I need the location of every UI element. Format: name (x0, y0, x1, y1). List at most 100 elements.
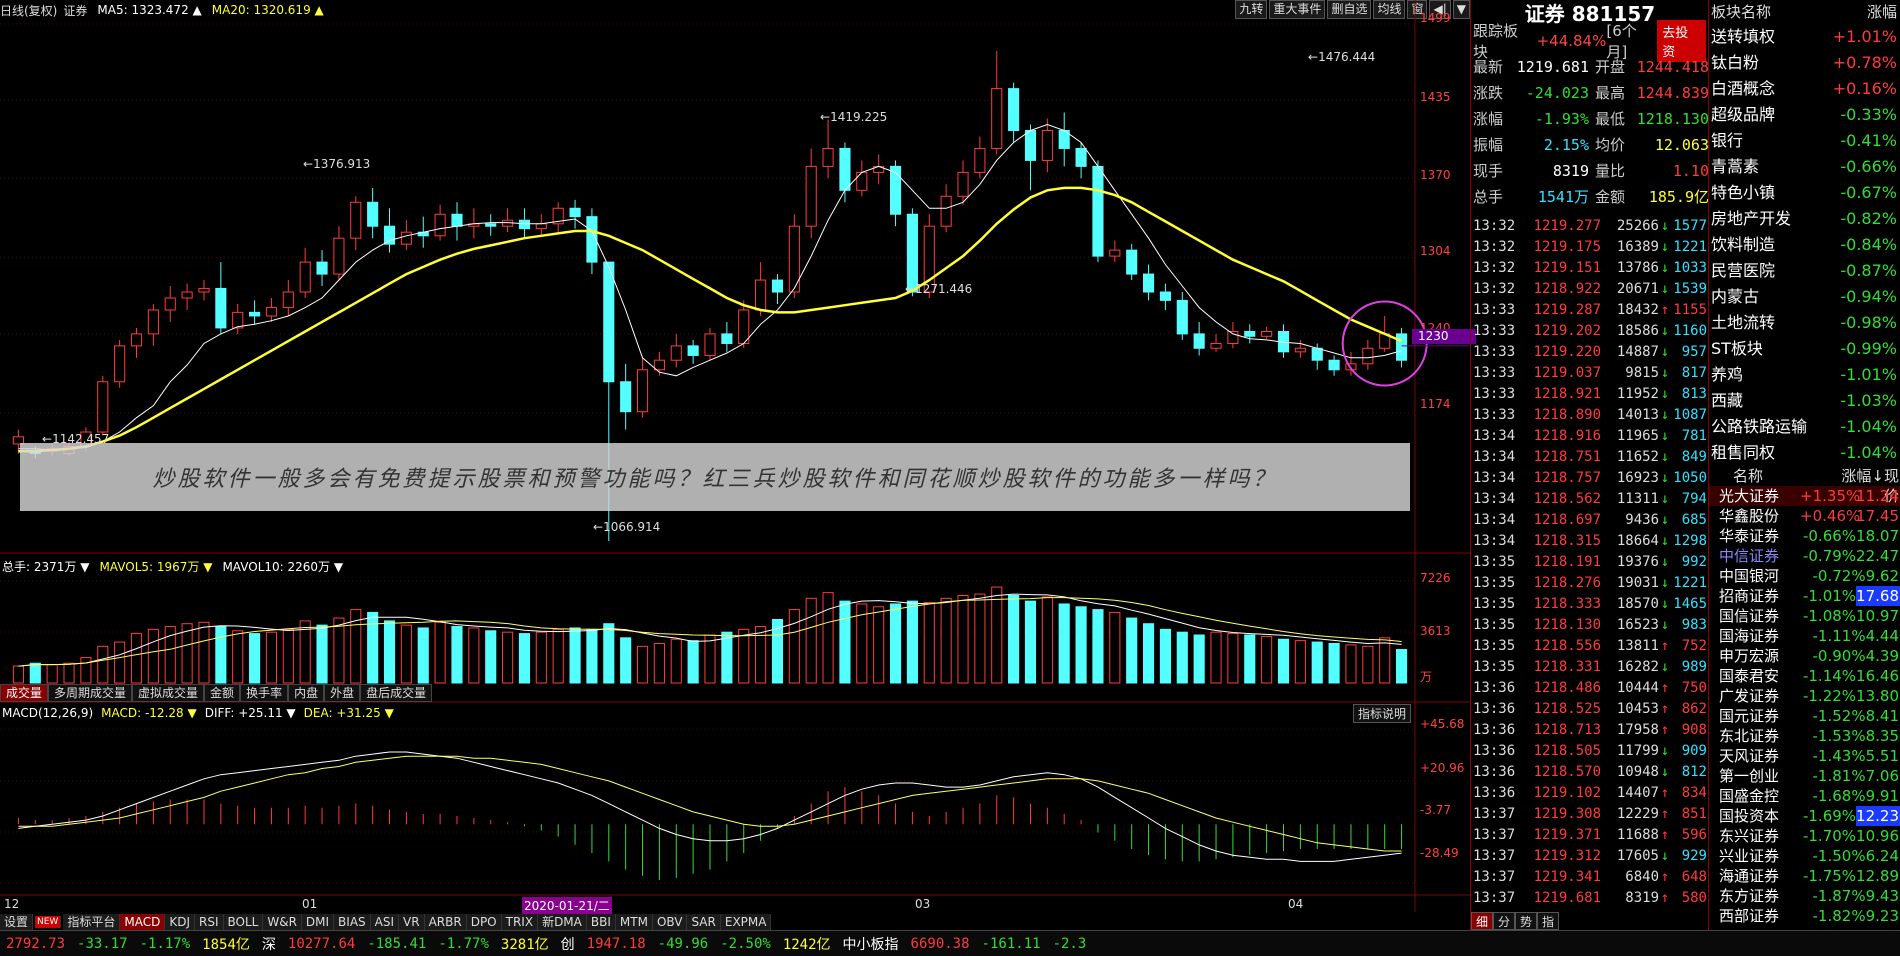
candle[interactable] (1159, 283, 1171, 310)
candle[interactable] (333, 226, 345, 281)
tab-minute[interactable]: 分 (1493, 912, 1516, 930)
sector-row[interactable]: 银行 -0.41% (1709, 128, 1900, 154)
stock-row[interactable]: 招商证券 -1.01% 17.68 (1709, 586, 1900, 606)
candle[interactable] (1328, 355, 1340, 376)
indicator-tab-4[interactable]: KDJ (165, 914, 195, 930)
stock-row[interactable]: 海通证券 -1.75% 12.89 (1709, 866, 1900, 886)
candle[interactable] (620, 363, 632, 430)
stock-row[interactable]: 东方证券 -1.87% 9.43 (1709, 886, 1900, 906)
candle[interactable] (350, 196, 362, 251)
indicator-tab-2[interactable]: 指标平台 (63, 914, 121, 930)
candle[interactable] (771, 274, 784, 304)
candle[interactable] (839, 142, 851, 203)
stock-row[interactable]: 东北证券 -1.53% 8.35 (1709, 726, 1900, 746)
candle[interactable] (367, 187, 379, 239)
candle[interactable] (1008, 82, 1020, 143)
candle[interactable] (1024, 124, 1037, 191)
stock-row[interactable]: 中信证券 -0.79% 22.47 (1709, 546, 1900, 566)
indicator-tab-0[interactable]: 设置 (0, 914, 34, 930)
indicator-tab-9[interactable]: BIAS (334, 914, 371, 930)
candle[interactable] (636, 357, 649, 418)
candle[interactable] (485, 214, 497, 236)
candle[interactable] (451, 202, 463, 241)
candle[interactable] (738, 300, 750, 349)
candle[interactable] (670, 333, 682, 368)
candle[interactable] (265, 298, 278, 322)
candle[interactable] (1261, 326, 1273, 339)
sector-row[interactable]: ST板块 -0.99% (1709, 336, 1900, 362)
tab-virtual-volume[interactable]: 虚拟成交量 (132, 684, 205, 702)
candle[interactable] (856, 160, 868, 197)
sector-row[interactable]: 公路铁路运输 -1.04% (1709, 414, 1900, 440)
candle[interactable] (316, 250, 328, 287)
candle[interactable] (704, 327, 716, 361)
sector-row[interactable]: 超级品牌 -0.33% (1709, 102, 1900, 128)
sector-row[interactable]: 特色小镇 -0.67% (1709, 180, 1900, 206)
tab-trend[interactable]: 势 (1515, 912, 1538, 930)
candle[interactable] (249, 300, 261, 325)
candle[interactable] (97, 375, 109, 436)
candle[interactable] (1176, 292, 1188, 340)
stock-row[interactable]: 第一创业 -1.81% 7.06 (1709, 766, 1900, 786)
candle[interactable] (721, 321, 733, 352)
indicator-tab-6[interactable]: BOLL (223, 914, 264, 930)
tab-amount[interactable]: 金额 (204, 684, 241, 702)
indicator-tab-3[interactable]: MACD (120, 914, 166, 930)
stock-row[interactable]: 天风证券 -1.43% 5.51 (1709, 746, 1900, 766)
candle[interactable] (1092, 160, 1104, 263)
indicator-tab-12[interactable]: ARBR (424, 914, 467, 930)
sector-row[interactable]: 养鸡 -1.01% (1709, 362, 1900, 388)
tab-inner[interactable]: 内盘 (288, 684, 325, 702)
candle[interactable] (687, 339, 699, 364)
indicator-tab-19[interactable]: SAR (687, 914, 721, 930)
candle[interactable] (181, 283, 193, 310)
tab-multi-period-volume[interactable]: 多周期成交量 (48, 684, 133, 702)
stock-row[interactable]: 国信证券 -1.08% 10.97 (1709, 606, 1900, 626)
candle[interactable] (569, 199, 581, 229)
indicator-tab-7[interactable]: W&R (263, 914, 302, 930)
sector-row[interactable]: 青蒿素 -0.66% (1709, 154, 1900, 180)
tab-after-hours-volume[interactable]: 盘后成交量 (360, 684, 433, 702)
candle[interactable] (974, 136, 986, 179)
candle[interactable] (434, 204, 446, 241)
sector-row[interactable]: 内蒙古 -0.94% (1709, 284, 1900, 310)
candle[interactable] (215, 262, 227, 334)
candle[interactable] (889, 160, 902, 227)
stock-row[interactable]: 东兴证券 -1.70% 10.96 (1709, 826, 1900, 846)
candle[interactable] (1244, 324, 1256, 344)
stock-row[interactable]: 西部证券 -1.82% 9.23 (1709, 906, 1900, 926)
stock-row[interactable]: 国海证券 -1.11% 4.44 (1709, 626, 1900, 646)
sector-row[interactable]: 送转填权 +1.01% (1709, 24, 1900, 50)
sector-row[interactable]: 民营医院 -0.87% (1709, 258, 1900, 284)
candle[interactable] (232, 303, 244, 334)
candle[interactable] (114, 339, 126, 388)
candle[interactable] (1109, 240, 1121, 263)
stock-row[interactable]: 国元证券 -1.52% 8.41 (1709, 706, 1900, 726)
stock-row[interactable]: 华鑫股份 +0.46% 17.45 (1709, 506, 1900, 526)
candle[interactable] (535, 214, 547, 236)
stock-row[interactable]: 华泰证券 -0.66% 18.07 (1709, 526, 1900, 546)
candle[interactable] (502, 208, 514, 233)
candle[interactable] (552, 202, 564, 233)
tab-outer[interactable]: 外盘 (324, 684, 361, 702)
tab-index[interactable]: 指 (1537, 912, 1560, 930)
candle[interactable] (164, 286, 176, 322)
candle[interactable] (1210, 333, 1222, 352)
stock-row[interactable]: 国投资本 -1.69% 12.23 (1709, 806, 1900, 826)
candle[interactable] (1058, 112, 1070, 167)
candle[interactable] (805, 148, 817, 239)
sector-row[interactable]: 租售同权 -1.04% (1709, 440, 1900, 466)
candle[interactable] (1041, 118, 1053, 173)
sector-row[interactable]: 白酒概念 +0.16% (1709, 76, 1900, 102)
indicator-tab-13[interactable]: DPO (466, 914, 502, 930)
indicator-tab-5[interactable]: RSI (195, 914, 224, 930)
candle[interactable] (147, 303, 159, 346)
candle[interactable] (1142, 264, 1155, 301)
candle[interactable] (130, 327, 143, 358)
candle[interactable] (873, 154, 885, 185)
stock-row[interactable]: 国盛金控 -1.68% 9.91 (1709, 786, 1900, 806)
candle[interactable] (991, 50, 1003, 155)
candle[interactable] (586, 208, 598, 275)
candle[interactable] (1396, 327, 1408, 368)
tick-list[interactable]: 13:32 1219.277 25266 ↓ 1577 13:32 1219.175 1638… (1471, 216, 1709, 909)
